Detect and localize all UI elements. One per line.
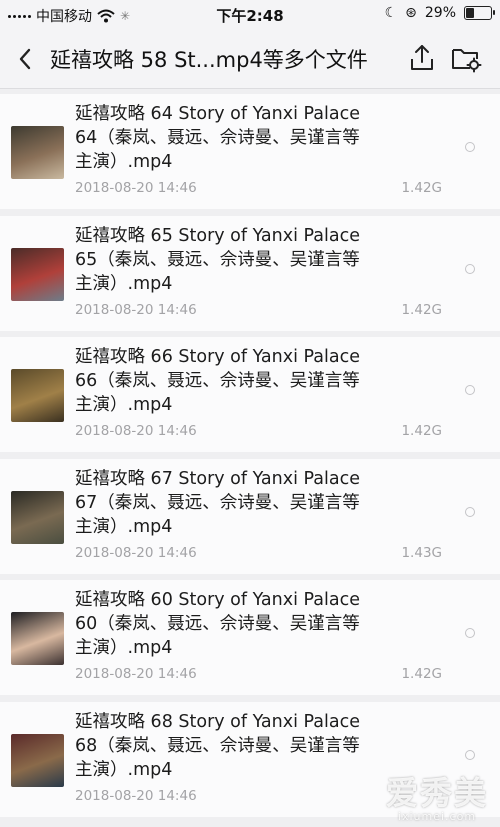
watermark: 爱秀美 ixiumei.com: [385, 774, 488, 823]
select-radio[interactable]: [465, 263, 475, 274]
select-radio[interactable]: [465, 506, 475, 517]
nav-bar: 延禧攻略 58 St...mp4等多个文件: [0, 30, 500, 89]
video-thumbnail: [11, 126, 64, 179]
file-name: 延禧攻略 66 Story of Yanxi Palace 66（秦岚、聂远、佘诗…: [75, 347, 360, 415]
page-title: 延禧攻略 58 St...mp4等多个文件: [50, 48, 368, 72]
video-thumbnail: [11, 733, 64, 787]
select-radio[interactable]: [465, 142, 475, 152]
file-name: 延禧攻略 68 Story of Yanxi Palace 68（秦岚、聂远、佘诗…: [75, 711, 360, 780]
select-radio[interactable]: [465, 385, 475, 395]
screen: 中国移动 ✳ 下午2:48 ☾ ⊛ 29% 延禧攻略 58 St...mp4等多…: [0, 0, 500, 827]
select-radio[interactable]: [465, 749, 475, 760]
file-list: 延禧攻略 64 Story of Yanxi Palace 64（秦岚、聂远、佘诗…: [0, 94, 500, 823]
file-item[interactable]: 延禧攻略 66 Story of Yanxi Palace 66（秦岚、聂远、佘诗…: [0, 337, 500, 452]
status-bar: 中国移动 ✳ 下午2:48 ☾ ⊛ 29%: [0, 0, 500, 30]
upload-icon[interactable]: [408, 42, 436, 74]
file-date: 2018-08-20 14:46: [75, 787, 197, 804]
chevron-left-icon[interactable]: [14, 44, 36, 74]
file-name: 延禧攻略 67 Story of Yanxi Palace 67（秦岚、聂远、佘诗…: [75, 468, 360, 537]
file-size: 1.43G: [401, 544, 442, 561]
file-item[interactable]: 延禧攻略 65 Story of Yanxi Palace 65（秦岚、聂远、佘诗…: [0, 215, 500, 331]
moon-icon: ☾: [384, 5, 398, 21]
file-name: 延禧攻略 65 Story of Yanxi Palace 65（秦岚、聂远、佘诗…: [75, 225, 360, 294]
file-size: 1.42G: [401, 423, 442, 439]
file-date: 2018-08-20 14:46: [75, 544, 197, 561]
file-name: 延禧攻略 64 Story of Yanxi Palace 64（秦岚、聂远、佘诗…: [75, 104, 360, 172]
file-item[interactable]: 延禧攻略 60 Story of Yanxi Palace 60（秦岚、聂远、佘诗…: [0, 580, 500, 695]
file-item[interactable]: 延禧攻略 67 Story of Yanxi Palace 67（秦岚、聂远、佘诗…: [0, 458, 500, 574]
battery-icon: [464, 6, 495, 20]
file-date: 2018-08-20 14:46: [75, 301, 197, 318]
file-name: 延禧攻略 60 Story of Yanxi Palace 60（秦岚、聂远、佘诗…: [75, 590, 360, 658]
video-thumbnail: [11, 612, 64, 665]
file-size: 1.42G: [401, 180, 442, 196]
orientation-lock-icon: ⊛: [405, 5, 417, 21]
battery-percent: 29%: [424, 5, 456, 21]
video-thumbnail: [11, 247, 64, 301]
file-item[interactable]: 延禧攻略 64 Story of Yanxi Palace 64（秦岚、聂远、佘诗…: [0, 94, 500, 209]
file-date: 2018-08-20 14:46: [75, 423, 197, 439]
folder-settings-icon[interactable]: [450, 43, 482, 73]
video-thumbnail: [11, 490, 64, 544]
file-size: 1.42G: [401, 301, 442, 318]
file-date: 2018-08-20 14:46: [75, 666, 197, 682]
file-size: 1.42G: [401, 666, 442, 682]
video-thumbnail: [11, 369, 64, 422]
select-radio[interactable]: [465, 628, 475, 638]
file-date: 2018-08-20 14:46: [75, 180, 197, 196]
